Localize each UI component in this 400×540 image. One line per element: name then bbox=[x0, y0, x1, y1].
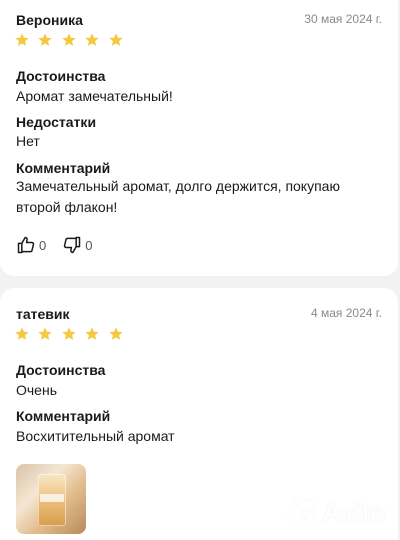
pros-title: Достоинства bbox=[16, 362, 106, 378]
avito-logo: Avito bbox=[287, 497, 386, 528]
pros-text: Очень bbox=[16, 382, 57, 398]
cons-text: Нет bbox=[16, 133, 40, 149]
like-count: 0 bbox=[39, 237, 47, 253]
review-photo-thumbnail[interactable] bbox=[16, 464, 86, 534]
star-icon bbox=[61, 32, 77, 48]
star-icon bbox=[14, 32, 30, 48]
rating-stars bbox=[14, 326, 127, 346]
star-icon bbox=[37, 32, 53, 48]
review-reactions: 0 0 bbox=[16, 234, 108, 256]
review-author: татевик bbox=[16, 306, 70, 322]
star-icon bbox=[37, 326, 53, 342]
cons-title: Недостатки bbox=[16, 114, 97, 130]
star-icon bbox=[84, 326, 100, 342]
star-icon bbox=[61, 326, 77, 342]
pros-text: Аромат замечательный! bbox=[16, 88, 173, 104]
thumbs-down-icon bbox=[62, 235, 82, 255]
review-card: татевик 4 мая 2024 г. Достоинства Очень … bbox=[0, 288, 398, 540]
comment-text: Восхитительный аромат bbox=[16, 428, 175, 444]
comment-title: Комментарий bbox=[16, 408, 111, 424]
pros-title: Достоинства bbox=[16, 68, 106, 84]
review-header: татевик 4 мая 2024 г. bbox=[16, 306, 382, 326]
dislike-count: 0 bbox=[85, 237, 93, 253]
avito-wordmark: Avito bbox=[321, 497, 386, 527]
review-date: 30 мая 2024 г. bbox=[304, 12, 382, 26]
like-button[interactable]: 0 bbox=[16, 235, 46, 255]
comment-text: Замечательный аромат, долго держится, по… bbox=[16, 178, 340, 215]
bottle-label bbox=[40, 494, 64, 502]
avito-dots-icon bbox=[287, 497, 318, 528]
review-card: Вероника 30 мая 2024 г. Достоинства Аром… bbox=[0, 0, 398, 276]
star-icon bbox=[108, 32, 124, 48]
star-icon bbox=[108, 326, 124, 342]
review-header: Вероника 30 мая 2024 г. bbox=[16, 12, 382, 32]
review-date: 4 мая 2024 г. bbox=[310, 306, 382, 320]
review-author: Вероника bbox=[16, 12, 83, 28]
star-icon bbox=[14, 326, 30, 342]
thumbs-up-icon bbox=[16, 235, 36, 255]
dislike-button[interactable]: 0 bbox=[62, 235, 92, 255]
star-icon bbox=[84, 32, 100, 48]
comment-title: Комментарий bbox=[16, 160, 111, 176]
rating-stars bbox=[14, 32, 127, 52]
